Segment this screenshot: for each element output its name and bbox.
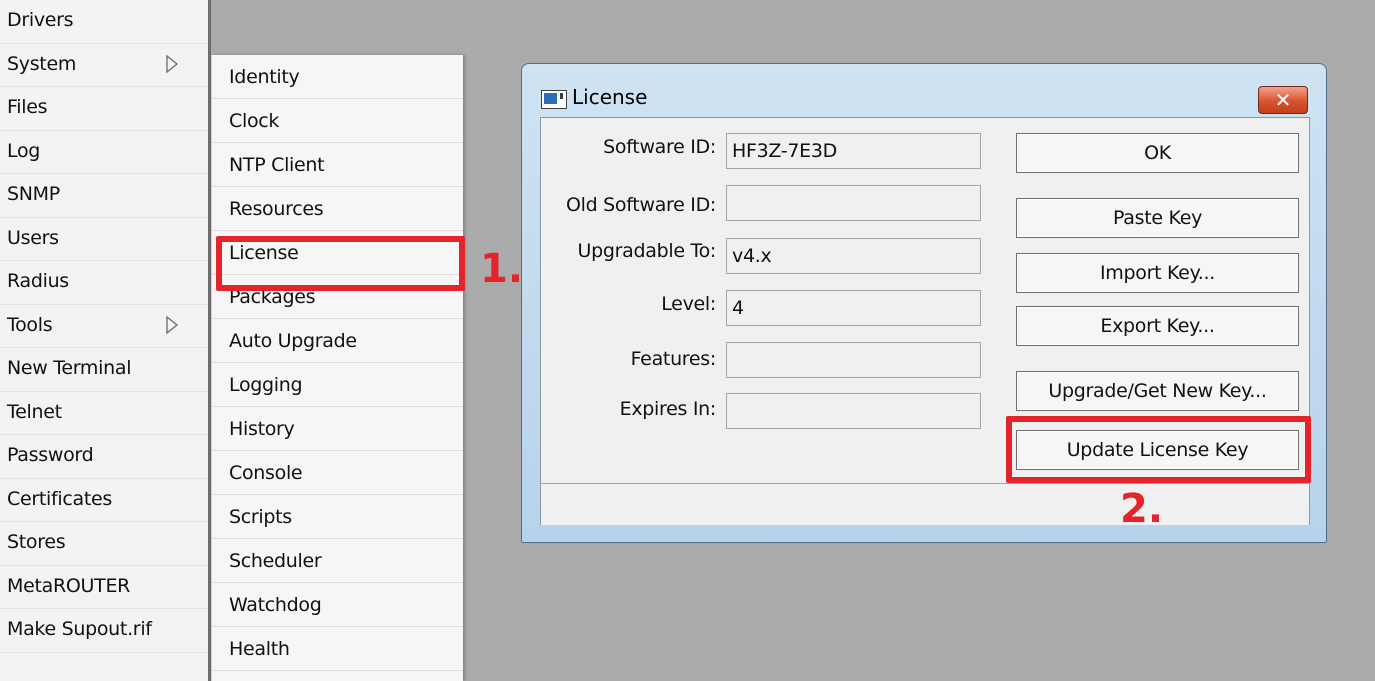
export-key-button[interactable]: Export Key... xyxy=(1016,306,1299,346)
window-title: License xyxy=(572,85,648,109)
menu-item-system[interactable]: System xyxy=(0,44,208,87)
close-button[interactable]: ✕ xyxy=(1258,86,1308,114)
menu-item-label: Users xyxy=(7,226,59,249)
submenu-item-label: Watchdog xyxy=(229,594,322,616)
ok-button[interactable]: OK xyxy=(1016,133,1299,173)
submenu-item-label: Auto Upgrade xyxy=(229,330,357,352)
menu-item-label: Radius xyxy=(7,270,69,292)
submenu-item-history[interactable]: History xyxy=(212,407,463,451)
update-license-highlight-box xyxy=(1006,416,1311,483)
submenu-item-clock[interactable]: Clock xyxy=(212,99,463,143)
submenu-item-console[interactable]: Console xyxy=(212,451,463,495)
level-label: Level: xyxy=(661,293,716,315)
menu-item-label: New Terminal xyxy=(7,357,132,379)
menu-item-new-terminal[interactable]: New Terminal xyxy=(0,348,208,392)
submenu-item-logging[interactable]: Logging xyxy=(212,363,463,407)
menu-item-label: System xyxy=(7,52,77,75)
menu-item-files[interactable]: Files xyxy=(0,87,208,131)
submenu-arrow-icon xyxy=(166,54,179,73)
step-2-label: 2. xyxy=(1120,486,1164,532)
submenu-item-label: Scripts xyxy=(229,506,292,528)
window-icon xyxy=(541,90,567,109)
menu-item-radius[interactable]: Radius xyxy=(0,261,208,305)
menu-item-label: Stores xyxy=(7,531,66,553)
menu-item-drivers[interactable]: Drivers xyxy=(0,0,208,44)
menu-item-tools[interactable]: Tools xyxy=(0,305,208,348)
menu-item-label: SNMP xyxy=(7,183,60,205)
old-software-id-label: Old Software ID: xyxy=(566,194,716,216)
expires-in-field[interactable] xyxy=(726,393,981,429)
submenu-item-label: Logging xyxy=(229,374,303,396)
menu-item-snmp[interactable]: SNMP xyxy=(0,174,208,218)
menu-item-stores[interactable]: Stores xyxy=(0,522,208,566)
system-submenu: Identity Clock NTP Client Resources Lice… xyxy=(211,55,463,681)
submenu-item-label: History xyxy=(229,418,295,440)
upgradable-to-field[interactable]: v4.x xyxy=(726,238,981,274)
submenu-item-resources[interactable]: Resources xyxy=(212,187,463,231)
menu-item-label: Log xyxy=(7,139,41,162)
features-field[interactable] xyxy=(726,342,981,378)
submenu-item-label: Clock xyxy=(229,110,280,132)
submenu-arrow-icon xyxy=(166,315,179,334)
old-software-id-field[interactable] xyxy=(726,185,981,221)
menu-item-label: Telnet xyxy=(7,400,62,423)
menu-item-label: MetaROUTER xyxy=(7,574,131,597)
menu-item-users[interactable]: Users xyxy=(0,218,208,261)
submenu-item-label: Scheduler xyxy=(229,550,322,572)
title-bar[interactable]: License ✕ xyxy=(522,64,1326,116)
level-field[interactable]: 4 xyxy=(726,290,981,326)
submenu-item-health[interactable]: Health xyxy=(212,627,463,671)
submenu-item-label: Identity xyxy=(229,66,300,88)
menu-item-metarouter[interactable]: MetaROUTER xyxy=(0,566,208,609)
software-id-field[interactable]: HF3Z-7E3D xyxy=(726,133,981,169)
close-icon: ✕ xyxy=(1274,88,1292,112)
menu-item-label: Make Supout.rif xyxy=(7,618,152,640)
expires-in-label: Expires In: xyxy=(619,398,717,420)
menu-item-label: Files xyxy=(7,96,48,118)
submenu-item-label: NTP Client xyxy=(229,154,325,176)
status-bar xyxy=(541,483,1309,525)
import-key-button[interactable]: Import Key... xyxy=(1016,253,1299,293)
submenu-item-label: Resources xyxy=(229,198,324,220)
menu-item-label: Password xyxy=(7,444,94,466)
menu-item-certificates[interactable]: Certificates xyxy=(0,479,208,522)
submenu-item-watchdog[interactable]: Watchdog xyxy=(212,583,463,627)
menu-item-label: Certificates xyxy=(7,487,112,510)
menu-item-password[interactable]: Password xyxy=(0,435,208,479)
menu-item-label: Drivers xyxy=(7,9,74,31)
paste-key-button[interactable]: Paste Key xyxy=(1016,198,1299,238)
submenu-item-auto-upgrade[interactable]: Auto Upgrade xyxy=(212,319,463,363)
features-label: Features: xyxy=(630,348,717,370)
submenu-item-label: Health xyxy=(229,638,290,660)
submenu-item-ntp-client[interactable]: NTP Client xyxy=(212,143,463,187)
upgrade-get-new-key-button[interactable]: Upgrade/Get New Key... xyxy=(1016,371,1299,411)
submenu-item-scripts[interactable]: Scripts xyxy=(212,495,463,539)
menu-item-label: Tools xyxy=(7,313,53,336)
menu-item-make-supout[interactable]: Make Supout.rif xyxy=(0,609,208,653)
software-id-label: Software ID: xyxy=(603,136,716,158)
submenu-item-label: Console xyxy=(229,462,303,484)
upgradable-to-label: Upgradable To: xyxy=(577,240,717,262)
license-highlight-box xyxy=(216,236,465,291)
main-menu: Drivers System Files Log SNMP Users Radi… xyxy=(0,0,211,681)
menu-item-log[interactable]: Log xyxy=(0,131,208,174)
step-1-label: 1. xyxy=(480,246,524,292)
submenu-item-identity[interactable]: Identity xyxy=(212,55,463,99)
menu-item-telnet[interactable]: Telnet xyxy=(0,392,208,435)
submenu-item-scheduler[interactable]: Scheduler xyxy=(212,539,463,583)
